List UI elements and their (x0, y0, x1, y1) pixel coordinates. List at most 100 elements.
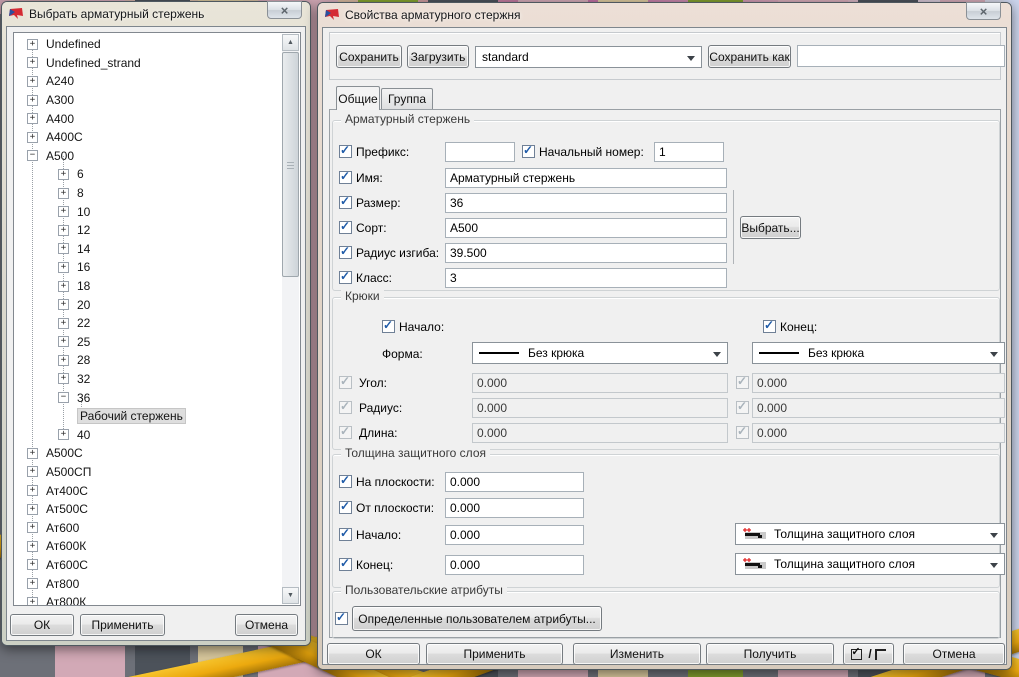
tree-item[interactable]: +А300 (15, 91, 282, 110)
cover-start-checkbox[interactable] (339, 528, 352, 541)
tree-item[interactable]: +А500СП (15, 463, 282, 482)
expand-icon[interactable]: + (27, 448, 38, 459)
cover-from-plane-input[interactable] (445, 498, 584, 518)
close-button[interactable]: × (267, 1, 302, 19)
get-button[interactable]: Получить (706, 643, 834, 665)
select-grade-button[interactable]: Выбрать... (740, 216, 801, 239)
collapse-icon[interactable]: − (27, 150, 38, 161)
grade-input[interactable] (445, 218, 727, 238)
cancel-button[interactable]: Отмена (903, 643, 1005, 665)
cover-start-input[interactable] (445, 525, 584, 545)
expand-icon[interactable]: + (27, 578, 38, 589)
tree-item[interactable]: +Ат800 (15, 574, 282, 593)
expand-icon[interactable]: + (58, 373, 69, 384)
close-button[interactable]: × (966, 2, 1001, 20)
expand-icon[interactable]: + (58, 262, 69, 273)
expand-icon[interactable]: + (58, 225, 69, 236)
expand-icon[interactable]: + (27, 132, 38, 143)
expand-icon[interactable]: + (27, 57, 38, 68)
expand-icon[interactable]: + (27, 113, 38, 124)
tree-item[interactable]: +28 (15, 351, 282, 370)
tab-general[interactable]: Общие (336, 86, 380, 110)
cover-on-plane-input[interactable] (445, 472, 584, 492)
tree-item[interactable]: +6 (15, 165, 282, 184)
start-number-input[interactable] (654, 142, 724, 162)
bend-radius-checkbox[interactable] (339, 246, 352, 259)
size-input[interactable] (445, 193, 727, 213)
ok-button[interactable]: ОК (327, 643, 420, 665)
tree-item[interactable]: +32 (15, 370, 282, 389)
uda-checkbox[interactable] (335, 612, 348, 625)
cover-on-plane-checkbox[interactable] (339, 475, 352, 488)
name-input[interactable] (445, 168, 727, 188)
scrollbar-thumb[interactable] (282, 52, 299, 277)
tree-item[interactable]: +16 (15, 258, 282, 277)
tree-item[interactable]: +18 (15, 277, 282, 296)
tree-item[interactable]: +14 (15, 240, 282, 259)
tab-group[interactable]: Группа (381, 88, 433, 109)
cover-end-type-select[interactable]: Толщина защитного слоя (735, 553, 1005, 575)
cover-end-input[interactable] (445, 555, 584, 575)
expand-icon[interactable]: + (58, 169, 69, 180)
tree-item[interactable]: −А500 (15, 147, 282, 166)
expand-icon[interactable]: + (58, 243, 69, 254)
start-number-checkbox[interactable] (522, 145, 535, 158)
rebar-grade-tree[interactable]: +Undefined+Undefined_strand+А240+А300 +А4… (13, 32, 301, 606)
size-checkbox[interactable] (339, 196, 352, 209)
expand-icon[interactable]: + (27, 39, 38, 50)
hook-end-checkbox[interactable] (763, 320, 776, 333)
tree-item[interactable]: +Ат600С (15, 556, 282, 575)
expand-icon[interactable]: + (58, 336, 69, 347)
expand-icon[interactable]: + (27, 95, 38, 106)
expand-icon[interactable]: + (58, 188, 69, 199)
class-input[interactable] (445, 268, 727, 288)
tree-item[interactable]: +Undefined (15, 35, 282, 54)
modify-button[interactable]: Изменить (573, 643, 701, 665)
tree-item[interactable]: +Ат800К (15, 593, 282, 606)
toggle-all-checkboxes-button[interactable]: / (843, 643, 894, 665)
titlebar[interactable]: Свойства арматурного стержня × (318, 3, 1011, 27)
expand-icon[interactable]: + (27, 485, 38, 496)
tree-item[interactable]: −36 (15, 388, 282, 407)
cover-end-checkbox[interactable] (339, 558, 352, 571)
tree-item[interactable]: Рабочий стержень (15, 407, 282, 426)
tree-scrollbar[interactable]: ▲ ▼ (282, 34, 299, 604)
load-button[interactable]: Загрузить (407, 45, 469, 68)
prefix-checkbox[interactable] (339, 145, 352, 158)
cover-start-type-select[interactable]: Толщина защитного слоя (735, 523, 1005, 545)
scroll-up-button[interactable]: ▲ (282, 34, 299, 51)
tree-item[interactable]: +25 (15, 333, 282, 352)
tree-item[interactable]: +Undefined_strand (15, 54, 282, 73)
tree-item[interactable]: +20 (15, 295, 282, 314)
expand-icon[interactable]: + (58, 206, 69, 217)
scroll-down-button[interactable]: ▼ (282, 587, 299, 604)
cover-from-plane-checkbox[interactable] (339, 501, 352, 514)
bend-radius-input[interactable] (445, 243, 727, 263)
profile-select[interactable]: standard (475, 46, 702, 68)
collapse-icon[interactable]: − (58, 392, 69, 403)
save-as-button[interactable]: Сохранить как (708, 45, 791, 68)
hook-start-checkbox[interactable] (382, 320, 395, 333)
expand-icon[interactable]: + (58, 299, 69, 310)
cancel-button[interactable]: Отмена (235, 614, 298, 636)
save-as-input[interactable] (797, 45, 1005, 67)
save-button[interactable]: Сохранить (336, 45, 402, 68)
tree-item[interactable]: +А400С (15, 128, 282, 147)
tree-item[interactable]: +Ат600 (15, 518, 282, 537)
tree-item[interactable]: +А240 (15, 72, 282, 91)
expand-icon[interactable]: + (27, 597, 38, 606)
expand-icon[interactable]: + (27, 522, 38, 533)
tree-item[interactable]: +10 (15, 202, 282, 221)
expand-icon[interactable]: + (58, 429, 69, 440)
hook-shape-end-select[interactable]: Без крюка (752, 342, 1005, 364)
tree-item[interactable]: +А500С (15, 444, 282, 463)
titlebar[interactable]: Выбрать арматурный стержень × (2, 2, 310, 26)
name-checkbox[interactable] (339, 171, 352, 184)
uda-button[interactable]: Определенные пользователем атрибуты... (352, 606, 602, 631)
tree-item[interactable]: +8 (15, 184, 282, 203)
apply-button[interactable]: Применить (426, 643, 563, 665)
expand-icon[interactable]: + (58, 318, 69, 329)
class-checkbox[interactable] (339, 271, 352, 284)
tree-item[interactable]: +Ат600К (15, 537, 282, 556)
expand-icon[interactable]: + (27, 504, 38, 515)
